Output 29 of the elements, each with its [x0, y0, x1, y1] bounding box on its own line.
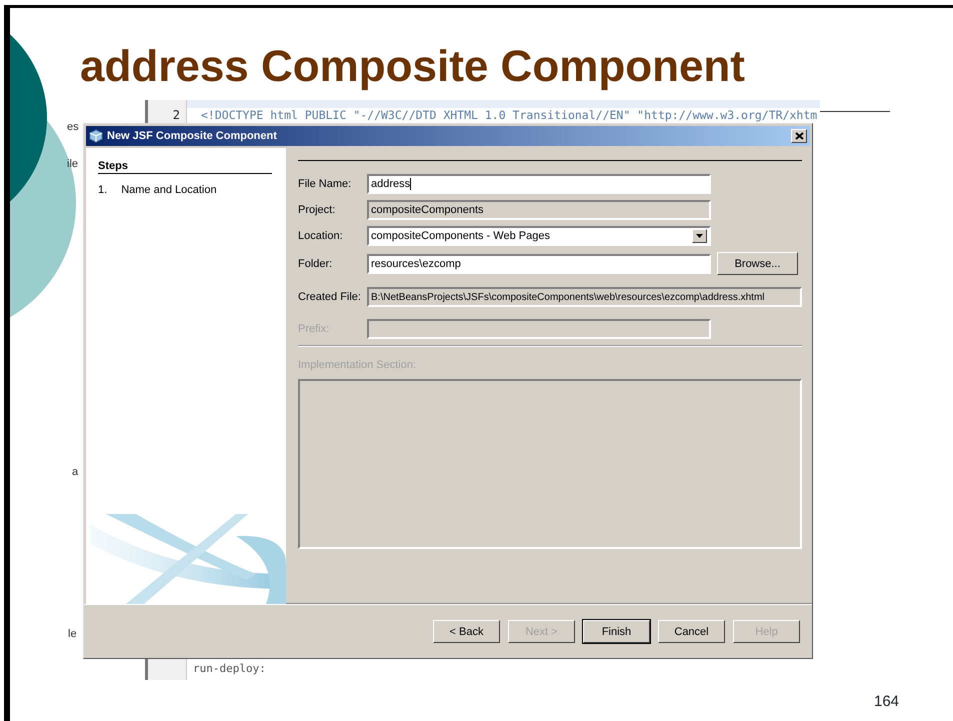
dropdown-arrow-icon [696, 234, 703, 238]
field-label: Created File: [298, 291, 362, 303]
step-label: Name and Location [121, 184, 217, 196]
step-number: 1. [98, 184, 108, 196]
close-button[interactable] [791, 129, 807, 143]
input-field: B:\NetBeansProjects\JSFs\compositeComponents\web\resources\ezcomp\address.xhtml [367, 287, 802, 307]
dialog-title: New JSF Composite Component [107, 130, 278, 142]
dialog-button[interactable]: Finish [583, 620, 650, 643]
input-field[interactable]: address [367, 174, 711, 194]
field-label: Folder: [298, 258, 334, 270]
input-field: compositeComponents [367, 200, 711, 220]
steps-heading: Steps [98, 160, 272, 174]
text-fragment: es [67, 121, 79, 133]
field-label: Project: [298, 204, 336, 216]
dialog-button[interactable]: Cancel [658, 620, 725, 643]
text-fragment: a [72, 466, 78, 478]
output-line: run-deploy: [192, 661, 266, 677]
dialog-button[interactable]: < Back [433, 620, 500, 643]
close-icon [794, 132, 804, 140]
page-number: 164 [874, 693, 900, 710]
location-dropdown[interactable]: compositeComponents - Web Pages [367, 226, 711, 246]
input-field[interactable]: resources\ezcomp [367, 254, 711, 274]
browse-button[interactable]: Browse... [717, 252, 798, 275]
text-fragment: ile [67, 158, 78, 170]
field-label: File Name: [298, 178, 352, 190]
slide-title: address Composite Component [80, 42, 745, 92]
field-label: Location: [298, 230, 344, 242]
text-fragment: le [68, 628, 77, 640]
cube-icon [89, 129, 103, 143]
